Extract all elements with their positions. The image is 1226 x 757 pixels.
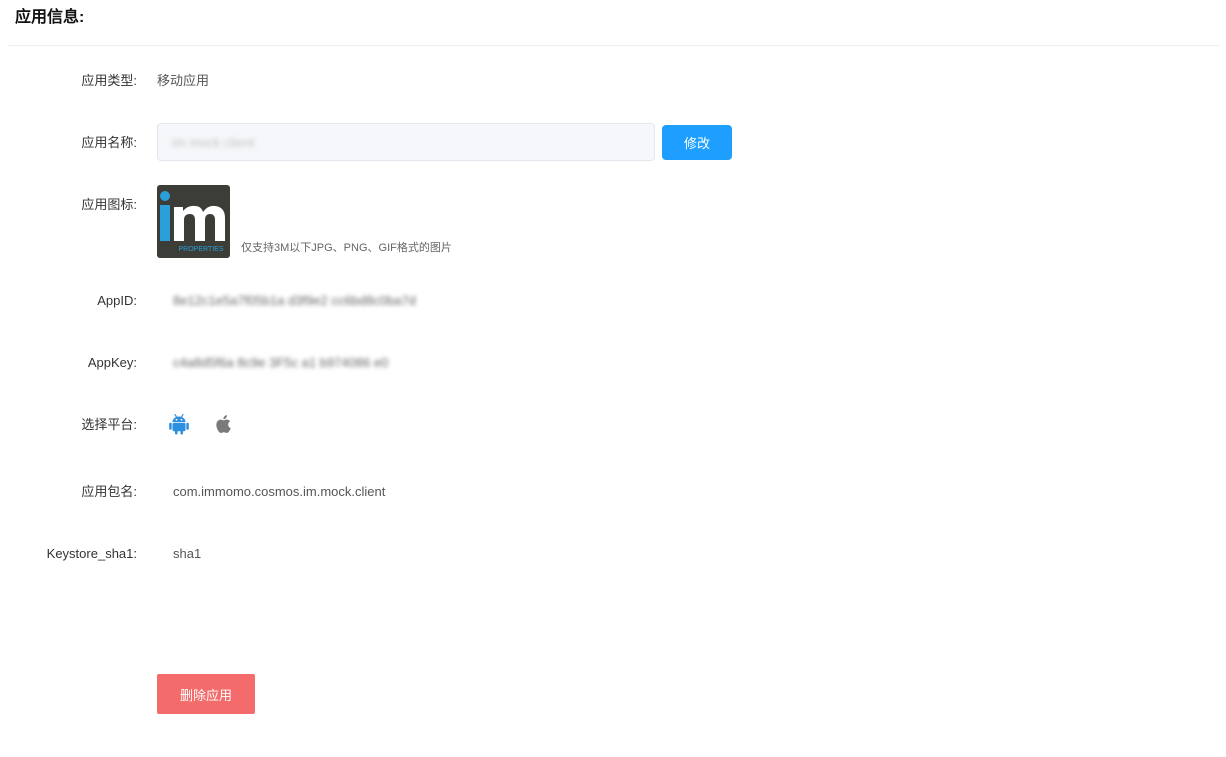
im-logo-icon: PROPERTIES <box>157 185 230 258</box>
sha1-label: Keystore_sha1: <box>46 546 137 561</box>
page-title: 应用信息: <box>15 9 85 26</box>
apple-icon <box>216 415 231 433</box>
appid-value: 8e12c1e5a7f05b1a d3f9e2 cc6bd8c0ba7d <box>173 293 416 308</box>
app-name-field[interactable]: im mock client <box>157 123 655 161</box>
ios-platform-option[interactable] <box>212 412 236 436</box>
delete-app-button[interactable]: 删除应用 <box>157 674 255 714</box>
package-value: com.immomo.cosmos.im.mock.client <box>173 484 386 499</box>
title-divider <box>8 45 1220 46</box>
app-name-label: 应用名称: <box>81 135 137 150</box>
sha1-value: sha1 <box>173 546 202 561</box>
appkey-value: c4a8d5f6a 8c9e 3F5c a1 b974086 e0 <box>173 355 389 370</box>
app-name-value: im mock client <box>172 134 255 150</box>
appid-label: AppID: <box>97 293 137 308</box>
app-type-label: 应用类型: <box>81 73 137 88</box>
app-icon-label: 应用图标: <box>81 197 137 212</box>
app-icon-upload[interactable]: PROPERTIES <box>157 185 230 258</box>
package-label: 应用包名: <box>81 484 137 499</box>
android-platform-option[interactable] <box>167 412 191 436</box>
modify-name-button[interactable]: 修改 <box>662 125 732 160</box>
platform-label: 选择平台: <box>81 417 137 432</box>
android-icon <box>169 413 189 435</box>
logo-text: PROPERTIES <box>179 246 224 253</box>
app-info-page: 应用信息: 应用类型: 移动应用 应用名称: im mock client 修改… <box>0 0 1226 757</box>
icon-upload-hint: 仅支持3M以下JPG、PNG、GIF格式的图片 <box>241 242 452 254</box>
appkey-label: AppKey: <box>87 355 137 370</box>
app-type-value: 移动应用 <box>157 73 210 88</box>
